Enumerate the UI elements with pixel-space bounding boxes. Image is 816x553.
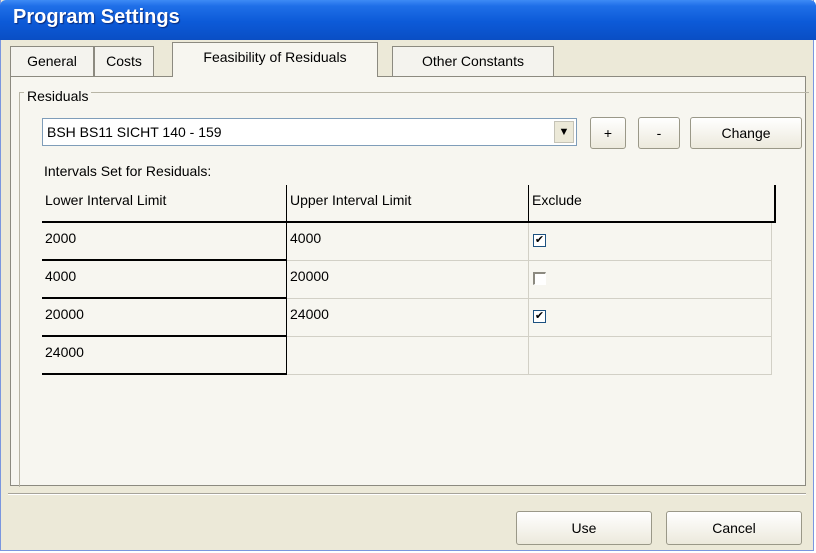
tab-general[interactable]: General bbox=[10, 46, 94, 76]
table-row-lower[interactable]: 24000 bbox=[42, 337, 287, 375]
use-button[interactable]: Use bbox=[516, 511, 652, 545]
lower-value: 24000 bbox=[45, 344, 84, 360]
table-row-exclude bbox=[529, 261, 772, 299]
header-lower-label: Lower Interval Limit bbox=[45, 192, 167, 208]
exclude-checkbox[interactable]: ✔ bbox=[533, 234, 546, 247]
change-label: Change bbox=[721, 125, 771, 141]
table-row-exclude bbox=[529, 337, 772, 375]
header-exclude[interactable]: Exclude bbox=[529, 185, 776, 223]
table-row-upper[interactable] bbox=[287, 337, 529, 375]
title-bar[interactable]: Program Settings bbox=[0, 0, 816, 40]
footer-divider-highlight bbox=[8, 494, 806, 495]
header-exclude-label: Exclude bbox=[532, 192, 582, 208]
residuals-dropdown-value: BSH BS11 SICHT 140 - 159 bbox=[47, 124, 222, 140]
header-lower-interval-limit[interactable]: Lower Interval Limit bbox=[42, 185, 287, 223]
table-row-upper[interactable]: 4000 bbox=[287, 223, 529, 261]
table-row-upper[interactable]: 24000 bbox=[287, 299, 529, 337]
upper-value: 24000 bbox=[290, 306, 329, 322]
exclude-checkbox[interactable]: ✔ bbox=[533, 310, 546, 323]
tab-other-constants-label: Other Constants bbox=[422, 53, 524, 69]
add-interval-button[interactable]: + bbox=[590, 117, 626, 149]
change-button[interactable]: Change bbox=[690, 117, 802, 149]
header-upper-label: Upper Interval Limit bbox=[290, 192, 412, 208]
header-upper-interval-limit[interactable]: Upper Interval Limit bbox=[287, 185, 529, 223]
tab-feasibility-label: Feasibility of Residuals bbox=[203, 49, 347, 65]
table-row-exclude: ✔ bbox=[529, 299, 772, 337]
table-row-lower[interactable]: 20000 bbox=[42, 299, 287, 337]
use-label: Use bbox=[571, 520, 597, 536]
remove-interval-button[interactable]: - bbox=[638, 117, 680, 149]
window-title: Program Settings bbox=[13, 6, 180, 28]
tab-costs-label: Costs bbox=[106, 53, 142, 69]
upper-value: 4000 bbox=[290, 230, 322, 246]
cancel-label: Cancel bbox=[712, 520, 756, 536]
upper-value: 20000 bbox=[290, 268, 329, 284]
tab-general-label: General bbox=[27, 53, 77, 69]
lower-value: 2000 bbox=[45, 230, 77, 246]
cancel-button[interactable]: Cancel bbox=[666, 511, 802, 545]
lower-value: 4000 bbox=[45, 268, 77, 284]
exclude-checkbox[interactable] bbox=[533, 272, 546, 285]
tab-feasibility-of-residuals[interactable]: Feasibility of Residuals bbox=[172, 42, 378, 77]
table-row-exclude: ✔ bbox=[529, 223, 772, 261]
lower-value: 20000 bbox=[45, 306, 84, 322]
residuals-dropdown[interactable]: BSH BS11 SICHT 140 - 159 ▼ bbox=[42, 118, 577, 146]
add-interval-label: + bbox=[603, 125, 613, 141]
table-row-lower[interactable]: 4000 bbox=[42, 261, 287, 299]
tab-other-constants[interactable]: Other Constants bbox=[392, 46, 554, 76]
table-row-upper[interactable]: 20000 bbox=[287, 261, 529, 299]
intervals-caption: Intervals Set for Residuals: bbox=[44, 163, 212, 179]
chevron-down-icon[interactable]: ▼ bbox=[554, 121, 574, 143]
table-row-lower[interactable]: 2000 bbox=[42, 223, 287, 261]
tab-costs[interactable]: Costs bbox=[94, 46, 154, 76]
residuals-group-label: Residuals bbox=[24, 88, 92, 104]
remove-interval-label: - bbox=[656, 125, 662, 141]
